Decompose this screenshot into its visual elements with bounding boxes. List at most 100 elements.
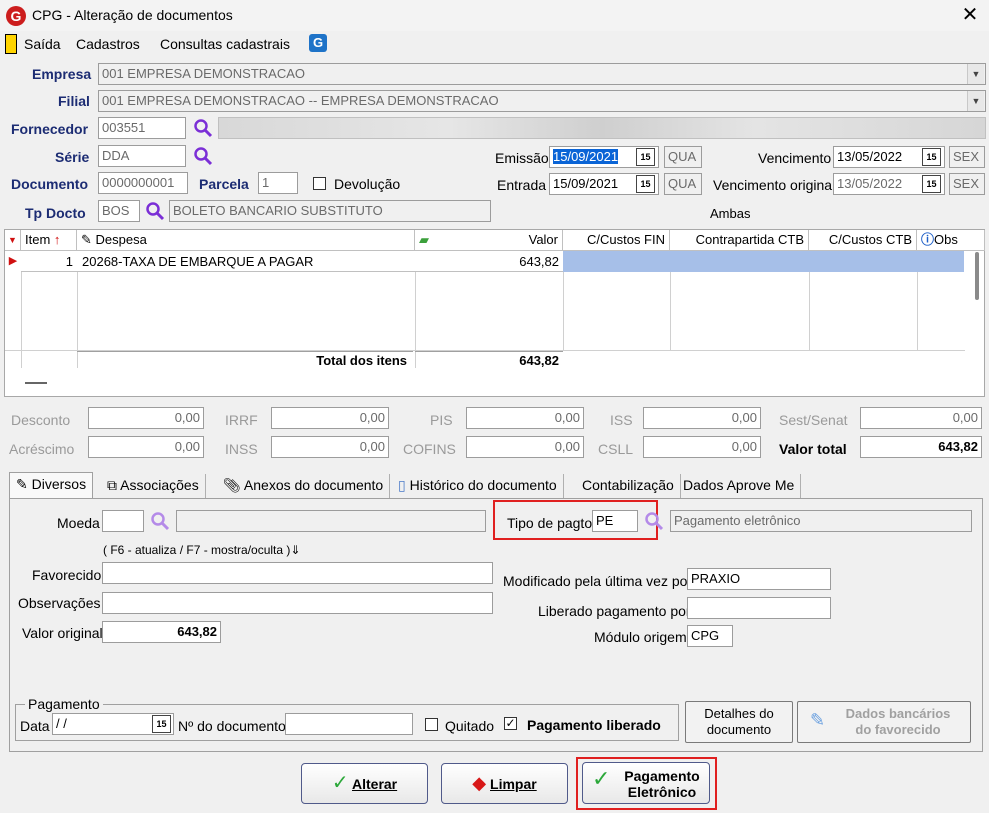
limpar-button[interactable]: ◆ Limpar (441, 763, 568, 804)
inss-field[interactable]: 0,00 (271, 436, 389, 458)
arrow-down-icon: ⇓ (290, 543, 301, 557)
serie-label: Série (55, 149, 90, 165)
modificado-field[interactable]: PRAXIO (687, 568, 831, 590)
magnifier-icon[interactable] (193, 118, 213, 138)
fornecedor-field[interactable]: 003551 (98, 117, 186, 139)
sest-field[interactable]: 0,00 (860, 407, 982, 429)
chevron-down-icon[interactable]: ▼ (967, 91, 984, 111)
observacoes-field[interactable] (102, 592, 493, 614)
observacoes-label: Observações (18, 595, 101, 611)
valor-original-label: Valor original (22, 625, 103, 641)
items-grid[interactable]: ▼ Item ↑ ✎ Despesa ▰ Valor C/Custos FIN C… (4, 229, 985, 397)
grid-scrollbar[interactable] (975, 252, 979, 300)
calendar-icon[interactable]: 15 (152, 715, 171, 733)
tab-contabilizacao[interactable]: Contabilização (576, 474, 681, 498)
row-valor: 643,82 (519, 254, 559, 269)
tpdocto-label: Tp Docto (25, 205, 86, 221)
col-item-label: Item (25, 232, 51, 247)
filial-label: Filial (58, 93, 90, 109)
col-valor[interactable]: ▰ Valor (415, 230, 563, 251)
tab-historico[interactable]: ▯ Histórico do documento (392, 474, 564, 498)
tab-associacoes[interactable]: ⧉ Associações (101, 474, 206, 498)
calendar-icon[interactable]: 15 (636, 148, 655, 166)
col-item[interactable]: Item ↑ (21, 230, 77, 251)
tipo-pagto-field[interactable]: PE (592, 510, 638, 532)
chevron-down-icon[interactable]: ▼ (967, 64, 984, 84)
acrescimo-field[interactable]: 0,00 (88, 436, 204, 458)
moeda-field[interactable] (102, 510, 144, 532)
menu-cadastros[interactable]: Cadastros (76, 36, 140, 52)
col-ccustos-ctb[interactable]: C/Custos CTB (809, 230, 917, 251)
pencil-icon: ✎ (16, 476, 28, 492)
ndoc-field[interactable] (285, 713, 413, 735)
fornecedor-name-blurred (218, 117, 986, 139)
fornecedor-label: Fornecedor (11, 121, 89, 137)
devolucao-checkbox[interactable] (313, 177, 326, 190)
col-obs[interactable]: ⓘObs (917, 230, 985, 251)
magnifier-icon[interactable] (150, 511, 170, 531)
pis-label: PIS (430, 412, 453, 428)
parcela-label: Parcela (199, 176, 249, 192)
g-logo-icon[interactable]: G (309, 34, 327, 52)
total-items-value: 643,82 (415, 351, 563, 369)
csll-field[interactable]: 0,00 (643, 436, 761, 458)
calendar-icon[interactable]: 15 (922, 148, 941, 166)
grid-splitter[interactable] (25, 382, 47, 384)
iss-field[interactable]: 0,00 (643, 407, 761, 429)
menu-consultas-cadastrais[interactable]: Consultas cadastrais (160, 36, 290, 52)
tpdocto-field[interactable]: BOS (98, 200, 140, 222)
pis-field[interactable]: 0,00 (466, 407, 584, 429)
col-contrapartida[interactable]: Contrapartida CTB (670, 230, 809, 251)
vencimento-label: Vencimento (758, 150, 832, 166)
info-icon: ⓘ (921, 232, 935, 247)
irrf-field[interactable]: 0,00 (271, 407, 389, 429)
serie-field[interactable]: DDA (98, 145, 186, 167)
row-selection-highlight[interactable] (563, 251, 964, 272)
magnifier-icon[interactable] (644, 511, 664, 531)
modulo-origem-field[interactable]: CPG (687, 625, 733, 647)
quitado-checkbox[interactable] (425, 718, 438, 731)
calendar-icon[interactable]: 15 (636, 175, 655, 193)
window-title: CPG - Alteração de documentos (32, 7, 233, 23)
row-pointer-icon: ▶ (8, 255, 18, 267)
documento-field[interactable]: 0000000001 (98, 172, 188, 194)
acrescimo-label: Acréscimo (9, 441, 75, 457)
emissao-label: Emissão (495, 150, 549, 166)
pagamento-liberado-checkbox[interactable]: ✓ (504, 717, 517, 730)
dados-line1: Dados bancários (845, 706, 951, 721)
parcela-field[interactable]: 1 (258, 172, 298, 194)
quitado-label: Quitado (445, 718, 495, 734)
empresa-select[interactable]: 001 EMPRESA DEMONSTRACAO (98, 63, 986, 85)
col-ccustos-fin[interactable]: C/Custos FIN (563, 230, 670, 251)
inss-label: INSS (225, 441, 258, 457)
desconto-field[interactable]: 0,00 (88, 407, 204, 429)
valor-total-label: Valor total (779, 441, 847, 457)
liberado-por-field[interactable] (687, 597, 831, 619)
exit-icon (5, 34, 17, 54)
cofins-label: COFINS (403, 441, 456, 457)
magnifier-icon[interactable] (193, 146, 213, 166)
tab-anexos[interactable]: 📎︎ Anexos do documento (217, 474, 391, 498)
close-window-button[interactable]: ✕ (956, 2, 984, 28)
detalhes-line1: Detalhes do (704, 706, 774, 721)
calendar-icon[interactable]: 15 (922, 175, 941, 193)
filial-select[interactable]: 001 EMPRESA DEMONSTRACAO -- EMPRESA DEMO… (98, 90, 986, 112)
pagamento-eletronico-button[interactable]: ✓ Pagamento Eletrônico (582, 762, 710, 804)
dados-bancarios-button[interactable]: ✎ Dados bancários do favorecido (797, 701, 971, 743)
money-icon: ▰ (419, 232, 429, 247)
menu-saida[interactable]: Saída (24, 36, 61, 52)
emissao-weekday: QUA (664, 146, 702, 168)
documento-label: Documento (11, 176, 88, 192)
tab-dados-aprove-me[interactable]: Dados Aprove Me (677, 474, 802, 498)
eraser-icon: ◆ (472, 773, 487, 793)
magnifier-icon[interactable] (145, 201, 165, 221)
check-icon: ✓ (592, 766, 611, 791)
favorecido-field[interactable] (102, 562, 493, 584)
alterar-button[interactable]: ✓ Alterar (301, 763, 428, 804)
irrf-label: IRRF (225, 412, 258, 428)
col-despesa[interactable]: ✎ Despesa (77, 230, 415, 251)
detalhes-documento-button[interactable]: Detalhes do documento (685, 701, 793, 743)
cofins-field[interactable]: 0,00 (466, 436, 584, 458)
entrada-label: Entrada (497, 177, 547, 193)
tab-diversos[interactable]: ✎ Diversos (9, 472, 94, 499)
